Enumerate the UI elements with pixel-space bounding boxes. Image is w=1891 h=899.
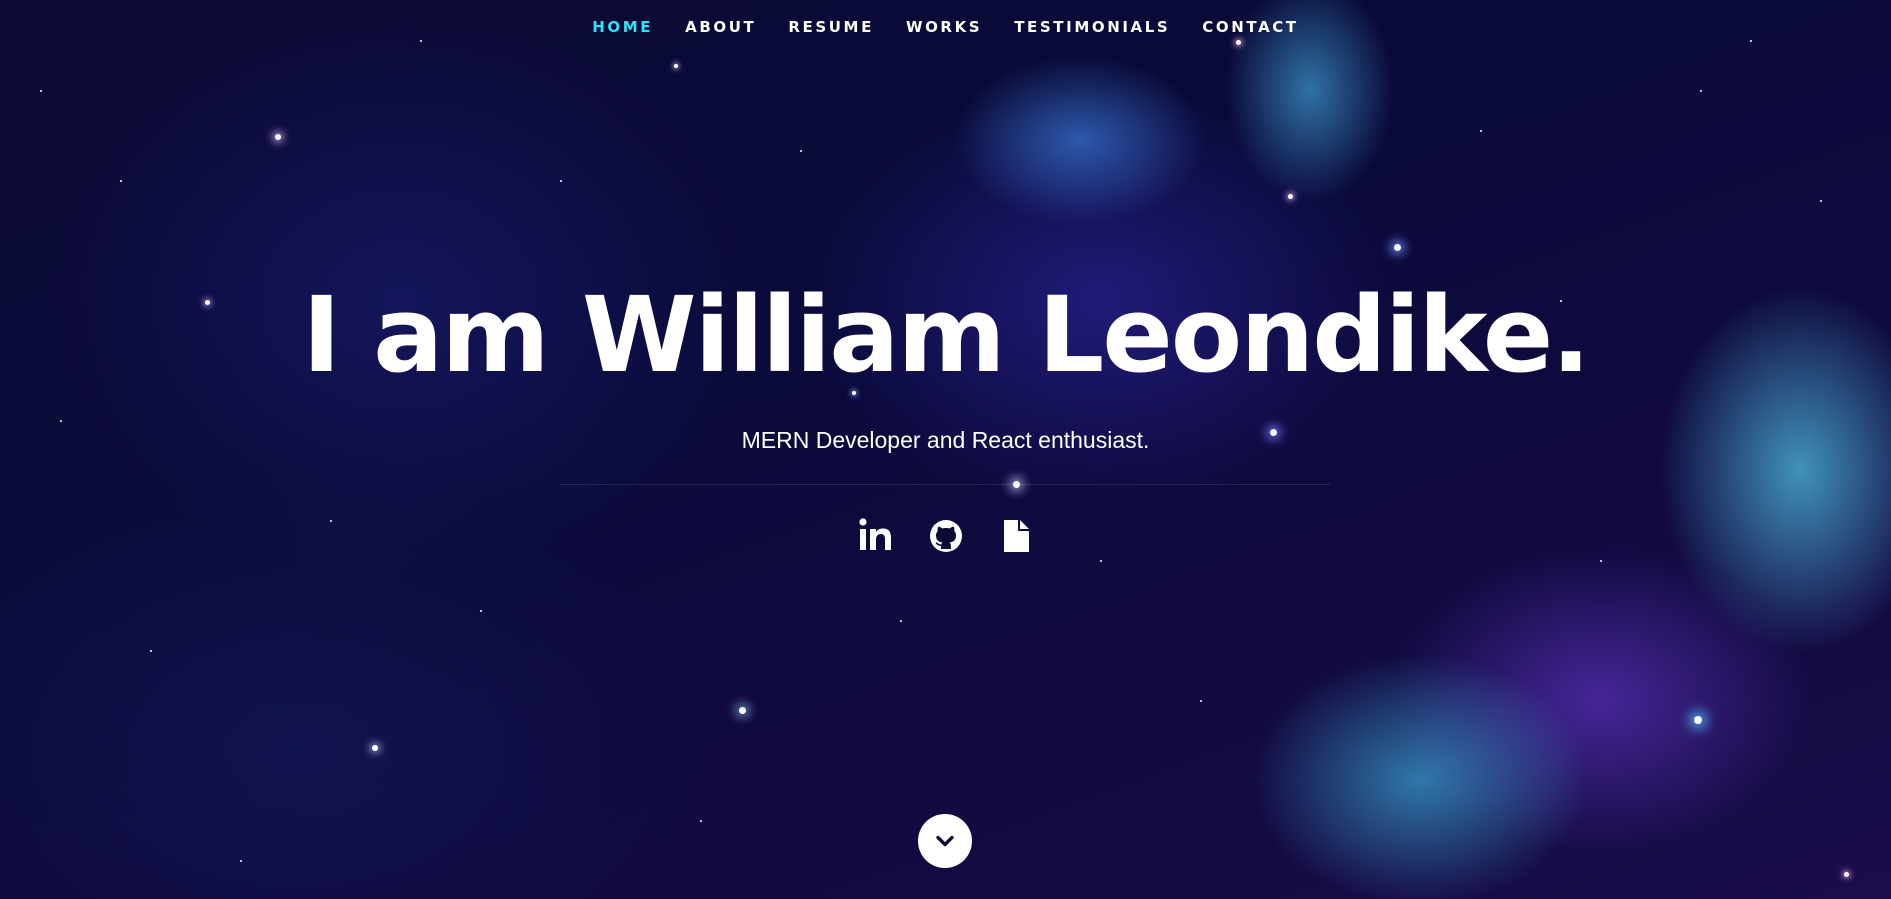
linkedin-icon: [858, 518, 891, 550]
github-link[interactable]: [928, 516, 964, 556]
nav-item-about[interactable]: ABOUT: [685, 16, 756, 38]
resume-link[interactable]: [998, 516, 1034, 556]
social-links: [0, 516, 1891, 556]
scroll-down-button[interactable]: [918, 814, 972, 868]
document-icon: [1003, 520, 1029, 552]
main-nav: HOME ABOUT RESUME WORKS TESTIMONIALS CON…: [0, 16, 1891, 38]
nav-item-works[interactable]: WORKS: [906, 16, 982, 38]
nav-item-resume[interactable]: RESUME: [788, 16, 874, 38]
chevron-down-icon: [936, 835, 954, 847]
nav-item-testimonials[interactable]: TESTIMONIALS: [1014, 16, 1170, 38]
github-icon: [929, 520, 962, 552]
nav-item-home[interactable]: HOME: [592, 16, 653, 38]
hero-subtitle: MERN Developer and React enthusiast.: [741, 427, 1150, 453]
hero-title: I am William Leondike.: [302, 274, 1591, 396]
divider: [560, 484, 1330, 485]
hero-section: HOME ABOUT RESUME WORKS TESTIMONIALS CON…: [0, 0, 1891, 899]
nav-item-contact[interactable]: CONTACT: [1202, 16, 1298, 38]
linkedin-link[interactable]: [858, 516, 894, 556]
